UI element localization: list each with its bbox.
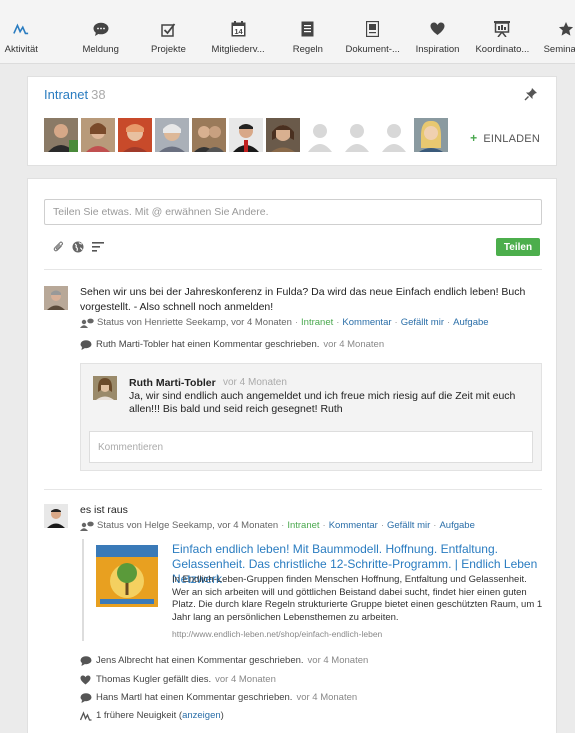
link-url[interactable]: http://www.endlich-leben.net/shop/einfac… (172, 629, 382, 639)
post-text: es ist raus (80, 504, 128, 516)
link-description: In Endlich-Leben-Gruppen finden Menschen… (172, 574, 543, 623)
comment-text: Ja, wir sind endlich auch angemeldet und… (129, 390, 516, 415)
show-older-link[interactable]: anzeigen (182, 710, 221, 721)
avatar[interactable] (377, 118, 411, 152)
comment-icon (80, 692, 92, 703)
post-meta: Status von Helge Seekamp, vor 4 Monaten ·… (80, 520, 475, 531)
intranet-card: Intranet 38 + EINLADEN (27, 76, 557, 166)
speech-bubble-icon (93, 21, 109, 37)
link-preview[interactable]: Einfach endlich leben! Mit Baummodell. H… (82, 539, 542, 641)
member-avatars (44, 118, 451, 152)
comment-link[interactable]: Kommentar (342, 317, 391, 328)
post-meta: Status von Henriette Seekamp, vor 4 Mona… (80, 317, 489, 328)
divider (44, 269, 542, 270)
calendar-icon: 14 (230, 21, 246, 37)
top-navigation: Aktivität Meldung Projekte 14 Mitglieder… (0, 0, 575, 64)
activity-item: Jens Albrecht hat einen Kommentar geschr… (80, 655, 368, 666)
nav-item-regeln[interactable]: Regeln (293, 0, 323, 64)
composer-tools (52, 241, 104, 253)
comment-input[interactable] (89, 431, 533, 463)
heart-icon (80, 675, 92, 685)
avatar[interactable] (229, 118, 263, 152)
checkbox-icon (160, 21, 176, 37)
avatar[interactable] (155, 118, 189, 152)
list-icon[interactable] (92, 241, 104, 253)
activity-item: Thomas Kugler gefällt dies. vor 4 Monaten (80, 674, 276, 685)
avatar[interactable] (81, 118, 115, 152)
share-button[interactable]: Teilen (496, 238, 540, 256)
group-title[interactable]: Intranet 38 (44, 87, 106, 102)
like-link[interactable]: Gefällt mir (387, 520, 430, 531)
avatar[interactable] (340, 118, 374, 152)
activity-feed: Teilen Sehen wir uns bei der Jahreskonfe… (27, 178, 557, 733)
avatar[interactable] (44, 286, 68, 310)
heart-icon (430, 21, 446, 37)
globe-icon[interactable] (72, 241, 84, 253)
share-input[interactable] (44, 199, 542, 225)
book-cover-image[interactable] (96, 545, 158, 607)
avatar[interactable] (303, 118, 337, 152)
status-icon (80, 318, 94, 328)
divider (44, 489, 542, 490)
avatar[interactable] (414, 118, 448, 152)
like-link[interactable]: Gefällt mir (401, 317, 444, 328)
avatar[interactable] (266, 118, 300, 152)
avatar[interactable] (44, 504, 68, 528)
nav-item-activity[interactable]: Aktivität (0, 0, 43, 64)
file-icon (365, 21, 381, 37)
activity-icon (13, 21, 29, 37)
task-link[interactable]: Aufgabe (453, 317, 488, 328)
document-icon (300, 21, 316, 37)
status-icon (80, 521, 94, 531)
activity-item: Hans Martl hat einen Kommentar geschrieb… (80, 692, 357, 703)
comment-link[interactable]: Kommentar (329, 520, 378, 531)
avatar[interactable] (44, 118, 78, 152)
presentation-icon (494, 21, 511, 37)
task-link[interactable]: Aufgabe (439, 520, 474, 531)
member-count: 38 (91, 87, 106, 102)
nav-item-label: Koordinato... (475, 44, 530, 55)
nav-item-seminar[interactable]: Seminar (544, 0, 575, 64)
post-text: Sehen wir uns bei der Jahreskonferenz in… (80, 286, 526, 313)
paperclip-icon[interactable] (52, 241, 64, 253)
comment-thread: Ruth Marti-Tobler vor 4 Monaten Ja, wir … (80, 363, 542, 471)
activity-icon (80, 710, 92, 721)
nav-item-label: Seminar (543, 44, 575, 55)
nav-item-inspiration[interactable]: Inspiration (416, 0, 459, 64)
group-link[interactable]: Intranet (301, 317, 333, 328)
plus-icon: + (470, 131, 478, 145)
avatar[interactable] (192, 118, 226, 152)
nav-item-projekte[interactable]: Projekte (151, 0, 186, 64)
group-link[interactable]: Intranet (287, 520, 319, 531)
svg-text:14: 14 (234, 27, 243, 36)
older-news: 1 frühere Neuigkeit (anzeigen) (80, 710, 224, 721)
comment-icon (80, 339, 92, 350)
avatar[interactable] (118, 118, 152, 152)
invite-button[interactable]: + EINLADEN (470, 131, 540, 145)
nav-item-label: Aktivität (4, 44, 38, 55)
star-icon (558, 21, 574, 37)
nav-item-koordinato[interactable]: Koordinato... (447, 0, 557, 64)
comment-author[interactable]: Ruth Marti-Tobler (129, 377, 216, 389)
avatar[interactable] (93, 376, 117, 400)
pin-icon[interactable] (524, 87, 538, 101)
comment-time: vor 4 Monaten (223, 377, 287, 388)
activity-item: Ruth Marti-Tobler hat einen Kommentar ge… (80, 339, 384, 350)
comment-icon (80, 655, 92, 666)
